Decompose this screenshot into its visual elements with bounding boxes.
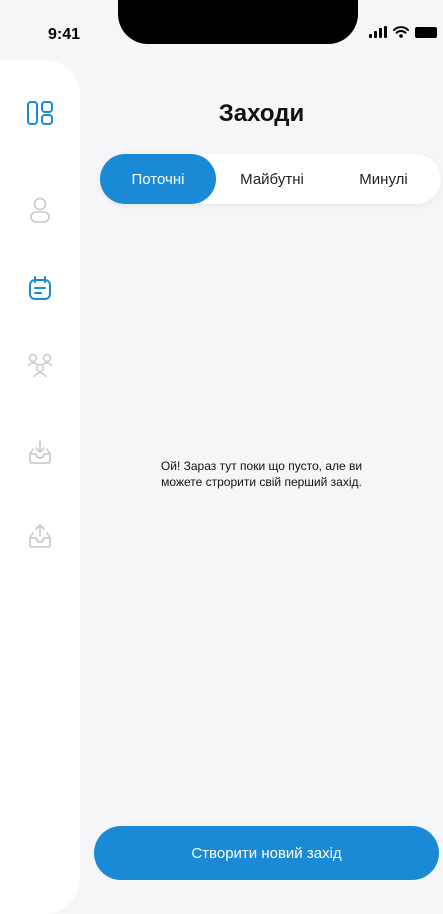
events-tabs: Поточні Майбутні Минулі <box>100 154 441 204</box>
inbox-download-icon <box>29 440 51 464</box>
sidebar-item-dashboard[interactable] <box>22 95 58 131</box>
cellular-signal-icon <box>369 26 387 38</box>
inbox-upload-icon <box>29 524 51 548</box>
sidebar-nav <box>0 60 80 914</box>
sidebar-item-profile[interactable] <box>22 192 58 228</box>
sidebar-item-groups[interactable] <box>22 348 58 384</box>
sidebar-item-events[interactable] <box>22 270 58 306</box>
status-bar: 9:41 <box>0 0 443 60</box>
tab-current[interactable]: Поточні <box>100 154 216 204</box>
status-time: 9:41 <box>48 26 81 43</box>
device-notch <box>118 0 358 44</box>
page-title: Заходи <box>218 100 305 127</box>
tab-past[interactable]: Минулі <box>326 154 441 204</box>
sidebar-item-incoming[interactable] <box>22 434 58 470</box>
battery-icon <box>415 26 437 38</box>
user-icon <box>30 197 50 223</box>
dashboard-icon <box>27 101 53 125</box>
tab-upcoming[interactable]: Майбутні <box>218 154 326 204</box>
status-icons <box>369 26 437 38</box>
empty-state-message: Ой! Зараз тут поки що пусто, але ви може… <box>160 459 363 489</box>
group-icon <box>27 353 53 378</box>
create-event-button[interactable]: Створити новий захід <box>94 826 439 880</box>
wifi-icon <box>393 26 409 38</box>
calendar-icon <box>29 276 51 300</box>
sidebar-item-outgoing[interactable] <box>22 518 58 554</box>
